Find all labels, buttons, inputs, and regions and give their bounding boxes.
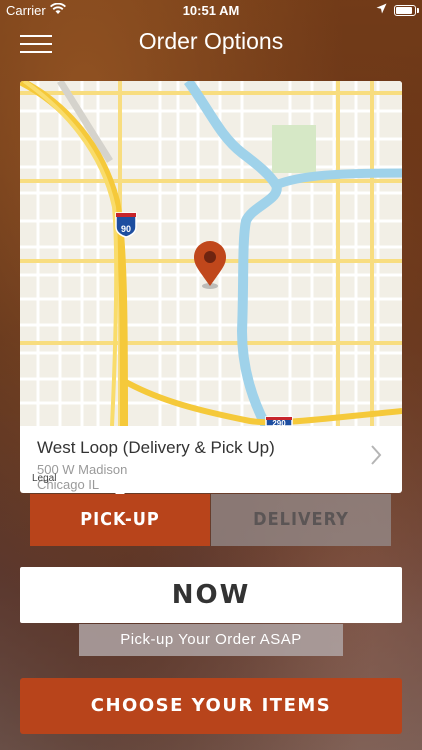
location-arrow-icon <box>376 3 387 17</box>
svg-text:290: 290 <box>272 419 286 426</box>
interstate-90-shield-icon: 90 <box>115 212 137 238</box>
choose-items-button[interactable]: CHOOSE YOUR ITEMS <box>20 678 402 734</box>
battery-icon <box>394 5 419 16</box>
page-title: Order Options <box>138 28 284 54</box>
pickup-tab[interactable]: PICK-UP <box>30 494 210 546</box>
location-card[interactable]: 90 290 West Loop (Delivery & Pick Up) 50… <box>20 81 402 493</box>
location-name: West Loop (Delivery & Pick Up) <box>37 438 275 457</box>
map-legal-link[interactable]: Legal <box>32 473 56 484</box>
chevron-right-icon[interactable] <box>370 444 382 471</box>
status-time: 10:51 AM <box>182 3 240 18</box>
interstate-290-shield-icon: 290 <box>265 416 293 426</box>
map-view[interactable]: 90 290 <box>20 81 402 426</box>
location-info[interactable]: West Loop (Delivery & Pick Up) 500 W Mad… <box>20 426 402 493</box>
timing-description: Pick-up Your Order ASAP <box>79 624 343 656</box>
status-bar: Carrier 10:51 AM <box>0 0 422 22</box>
delivery-tab[interactable]: DELIVERY <box>211 494 391 546</box>
now-time-button[interactable]: NOW <box>20 567 402 623</box>
svg-text:90: 90 <box>121 224 131 234</box>
